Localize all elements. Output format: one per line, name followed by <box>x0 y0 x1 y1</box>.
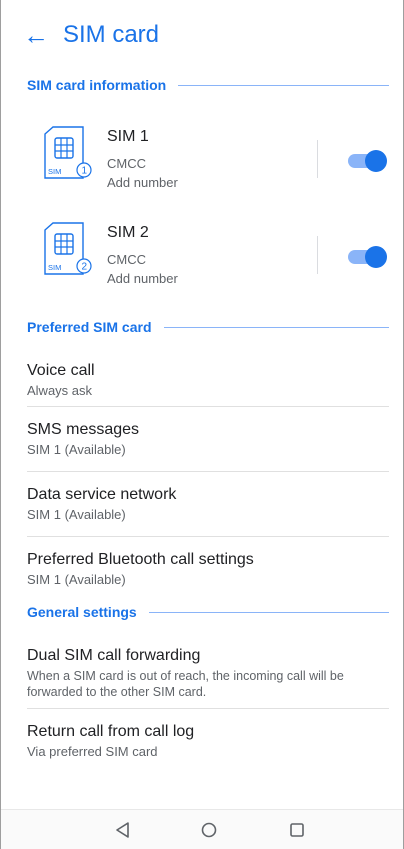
home-circle-icon[interactable] <box>199 820 219 840</box>
page-title: SIM card <box>63 21 160 48</box>
section-header-sim-info: SIM card information <box>1 70 403 100</box>
sim-card-icon: SIM 2 <box>44 222 92 275</box>
sim-2-row[interactable]: SIM 2 SIM 2 CMCC Add number <box>1 208 403 308</box>
svg-text:2: 2 <box>82 262 88 273</box>
section-title: General settings <box>27 604 137 620</box>
item-subtitle: When a SIM card is out of reach, the inc… <box>27 669 344 699</box>
item-title: Data service network <box>27 486 177 503</box>
sim-name: SIM 2 <box>107 224 149 241</box>
section-title: SIM card information <box>27 77 167 93</box>
sim-carrier: CMCC <box>107 252 146 267</box>
voice-call-item[interactable]: Voice call Always ask <box>1 342 403 407</box>
item-title: Preferred Bluetooth call settings <box>27 551 254 568</box>
app-bar: ← SIM card <box>1 0 403 70</box>
toggle-knob <box>365 150 387 172</box>
section-header-general: General settings <box>1 597 403 627</box>
bluetooth-call-settings-item[interactable]: Preferred Bluetooth call settings SIM 1 … <box>1 537 403 597</box>
item-title: Voice call <box>27 362 95 379</box>
sim-2-toggle[interactable] <box>348 246 387 268</box>
sim-1-row[interactable]: SIM 1 SIM 1 CMCC Add number <box>1 112 403 212</box>
section-header-preferred: Preferred SIM card <box>1 312 403 342</box>
svg-text:SIM: SIM <box>48 263 61 272</box>
sim-carrier: CMCC <box>107 156 146 171</box>
recents-square-icon[interactable] <box>287 820 307 840</box>
item-subtitle: SIM 1 (Available) <box>27 572 126 587</box>
item-subtitle: SIM 1 (Available) <box>27 507 126 522</box>
vertical-divider <box>317 236 318 274</box>
vertical-divider <box>317 140 318 178</box>
back-arrow-icon[interactable]: ← <box>23 22 59 48</box>
sim-add-number[interactable]: Add number <box>107 271 178 286</box>
item-subtitle: SIM 1 (Available) <box>27 442 126 457</box>
sim-card-icon: SIM 1 <box>44 126 92 179</box>
back-triangle-icon[interactable] <box>113 820 133 840</box>
section-rule <box>178 84 389 86</box>
dual-sim-call-forwarding-item[interactable]: Dual SIM call forwarding When a SIM card… <box>1 627 403 709</box>
return-call-from-log-item[interactable]: Return call from call log Via preferred … <box>1 709 403 769</box>
section-rule <box>163 326 389 328</box>
item-subtitle: Always ask <box>27 383 93 398</box>
svg-text:SIM: SIM <box>48 167 61 176</box>
svg-text:1: 1 <box>82 166 88 177</box>
sim-card-screen: ← SIM card SIM card information SIM 1 SI… <box>0 0 404 849</box>
item-title: Dual SIM call forwarding <box>27 647 201 664</box>
section-title: Preferred SIM card <box>27 319 152 335</box>
sim-add-number[interactable]: Add number <box>107 175 178 190</box>
section-rule <box>148 611 389 613</box>
item-title: Return call from call log <box>27 723 195 740</box>
system-navigation-bar <box>1 809 403 849</box>
sim-1-toggle[interactable] <box>348 150 387 172</box>
item-title: SMS messages <box>27 421 140 438</box>
toggle-knob <box>365 246 387 268</box>
sim-name: SIM 1 <box>107 128 149 145</box>
sms-messages-item[interactable]: SMS messages SIM 1 (Available) <box>1 407 403 472</box>
data-service-network-item[interactable]: Data service network SIM 1 (Available) <box>1 472 403 537</box>
item-subtitle: Via preferred SIM card <box>27 744 158 759</box>
